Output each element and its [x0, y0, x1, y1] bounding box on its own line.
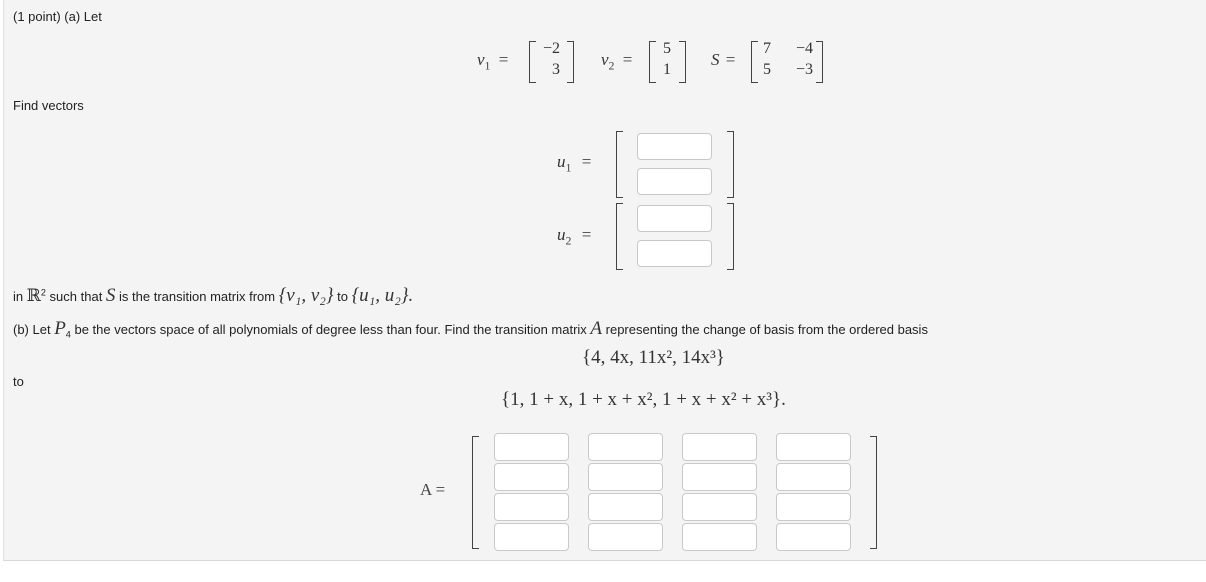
set-v: {v₁, v₂} [278, 285, 334, 306]
u2-entry-2-input[interactable] [637, 240, 712, 267]
S-entry-22: −3 [795, 61, 813, 78]
A-entry-1-1-input[interactable] [494, 433, 569, 461]
part-a-closing: in ℝ2 such that S is the transition matr… [13, 285, 414, 306]
basis-to: {1, 1 + x, 1 + x + x², 1 + x + x² + x³}. [501, 389, 786, 410]
A-entry-1-2-input[interactable] [588, 433, 663, 461]
v2-left-bracket [649, 41, 656, 83]
A-entry-2-2-input[interactable] [588, 463, 663, 491]
v2-entry-1: 5 [663, 40, 671, 57]
part-a-intro: (1 point) (a) Let [13, 9, 102, 24]
u2-left-bracket [616, 203, 623, 270]
part-b-text: (b) Let P4 be the vectors space of all p… [13, 318, 928, 340]
S-label: S = [711, 50, 736, 69]
A-label: A = [420, 480, 446, 499]
S-right-bracket [816, 41, 823, 83]
A-right-bracket [870, 436, 877, 549]
A-left-bracket [472, 436, 479, 549]
v1-left-bracket [529, 41, 536, 83]
A-entry-1-3-input[interactable] [682, 433, 757, 461]
v1-right-bracket [567, 41, 574, 83]
A-entry-2-3-input[interactable] [682, 463, 757, 491]
A-entry-2-4-input[interactable] [776, 463, 851, 491]
to-text: to [13, 374, 24, 389]
v1-entry-1: −2 [542, 40, 560, 57]
S-entry-12: −4 [795, 40, 813, 57]
A-entry-4-2-input[interactable] [588, 523, 663, 551]
u2-label: u2 = [557, 225, 592, 248]
A-entry-3-2-input[interactable] [588, 493, 663, 521]
S-entry-21: 5 [763, 61, 771, 78]
v1-entry-2: 3 [552, 61, 560, 78]
A-entry-3-3-input[interactable] [682, 493, 757, 521]
A-entry-2-1-input[interactable] [494, 463, 569, 491]
basis-from: {4, 4x, 11x², 14x³} [582, 347, 725, 368]
v2-entry-2: 1 [663, 61, 671, 78]
A-entry-3-4-input[interactable] [776, 493, 851, 521]
A-entry-1-4-input[interactable] [776, 433, 851, 461]
A-entry-3-1-input[interactable] [494, 493, 569, 521]
u2-entry-1-input[interactable] [637, 205, 712, 232]
problem-container: (1 point) (a) Let v1 = −2 3 v2 = 5 1 S =… [3, 0, 1206, 561]
v2-label: v2 = [601, 50, 633, 73]
find-vectors-text: Find vectors [13, 98, 84, 113]
u1-entry-2-input[interactable] [637, 168, 712, 195]
S-entry-11: 7 [763, 40, 771, 57]
u1-entry-1-input[interactable] [637, 133, 712, 160]
u1-right-bracket [727, 131, 734, 198]
v1-label: v1 = [477, 50, 509, 73]
v2-right-bracket [679, 41, 686, 83]
set-u: {u₁, u₂}. [351, 285, 414, 306]
A-entry-4-1-input[interactable] [494, 523, 569, 551]
u1-left-bracket [616, 131, 623, 198]
u1-label: u1 = [557, 152, 592, 175]
u2-right-bracket [727, 203, 734, 270]
A-entry-4-4-input[interactable] [776, 523, 851, 551]
A-entry-4-3-input[interactable] [682, 523, 757, 551]
